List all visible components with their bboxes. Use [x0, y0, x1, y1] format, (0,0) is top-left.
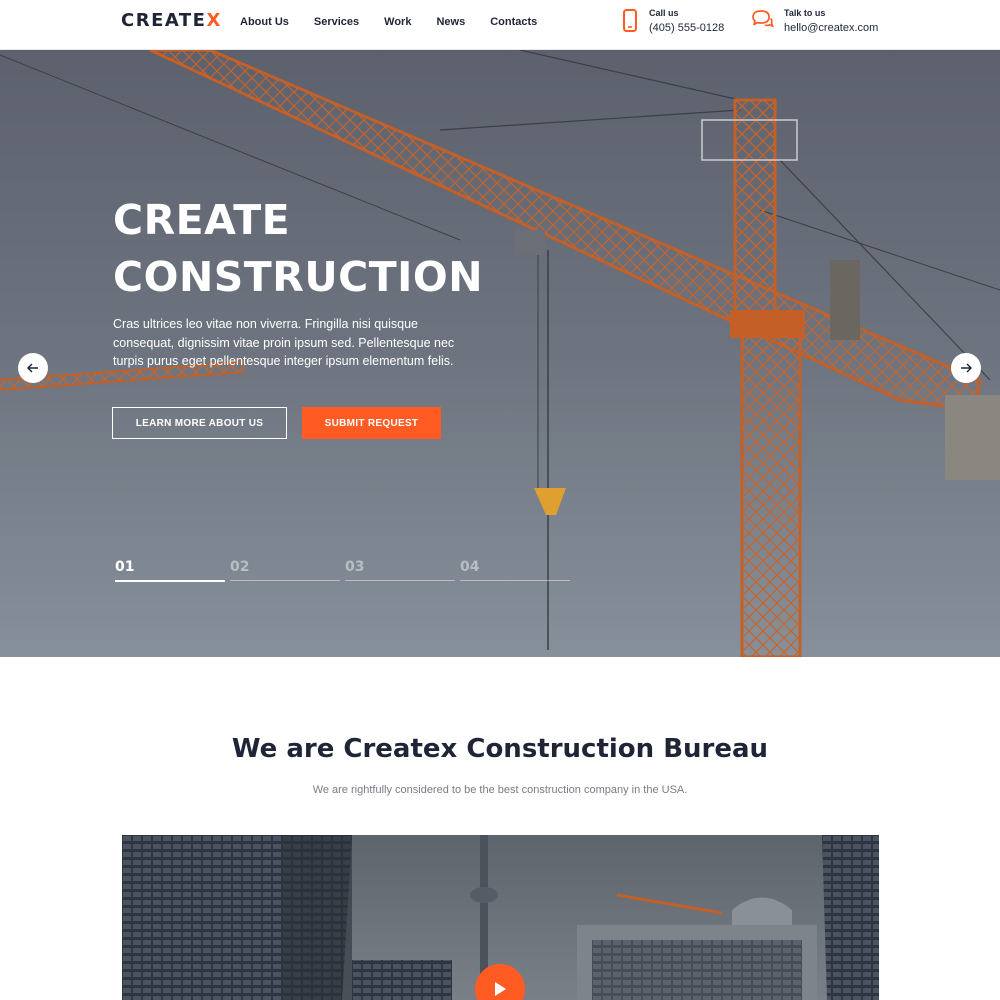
arrow-left-icon	[27, 363, 38, 373]
phone-label: Call us	[649, 8, 679, 18]
prev-slide-button[interactable]	[18, 353, 48, 383]
hero-description: Cras ultrices leo vitae non viverra. Fri…	[113, 317, 455, 368]
play-icon	[495, 982, 506, 996]
video-player[interactable]	[122, 835, 879, 1000]
submit-request-button[interactable]: SUBMIT REQUEST	[302, 407, 441, 439]
site-header: CREATEX About Us Services Work News Cont…	[0, 0, 1000, 50]
main-nav: About Us Services Work News Contacts	[240, 16, 562, 28]
nav-work[interactable]: Work	[384, 16, 411, 28]
contact-email[interactable]: Talk to us hello@createx.com	[750, 8, 878, 36]
nav-services[interactable]: Services	[314, 16, 359, 28]
about-title: We are Createx Construction Bureau	[231, 734, 769, 764]
contact-phone[interactable]: Call us (405) 555-0128	[621, 8, 724, 36]
logo[interactable]: CREATEX	[121, 10, 222, 31]
slide-indicator-1[interactable]: 01	[115, 558, 225, 582]
email-value[interactable]: hello@createx.com	[784, 20, 878, 36]
nav-contacts[interactable]: Contacts	[490, 16, 537, 28]
slide-indicators: 01 02 03 04	[115, 558, 575, 582]
about-subtitle: We are rightfully considered to be the b…	[312, 784, 688, 796]
nav-news[interactable]: News	[436, 16, 465, 28]
slide-indicator-4[interactable]: 04	[460, 558, 570, 582]
chat-icon	[752, 10, 774, 28]
phone-icon	[623, 9, 637, 32]
learn-more-button[interactable]: LEARN MORE ABOUT US	[112, 407, 287, 439]
arrow-right-icon	[961, 363, 972, 373]
next-slide-button[interactable]	[951, 353, 981, 383]
email-label: Talk to us	[784, 8, 826, 18]
slide-indicator-2[interactable]: 02	[230, 558, 340, 582]
slide-indicator-3[interactable]: 03	[345, 558, 455, 582]
hero-slider: CREATE CONSTRUCTION Cras ultrices leo vi…	[0, 50, 1000, 657]
hero-title: CREATE CONSTRUCTION	[113, 196, 484, 301]
phone-value[interactable]: (405) 555-0128	[649, 20, 724, 36]
nav-about-us[interactable]: About Us	[240, 16, 289, 28]
